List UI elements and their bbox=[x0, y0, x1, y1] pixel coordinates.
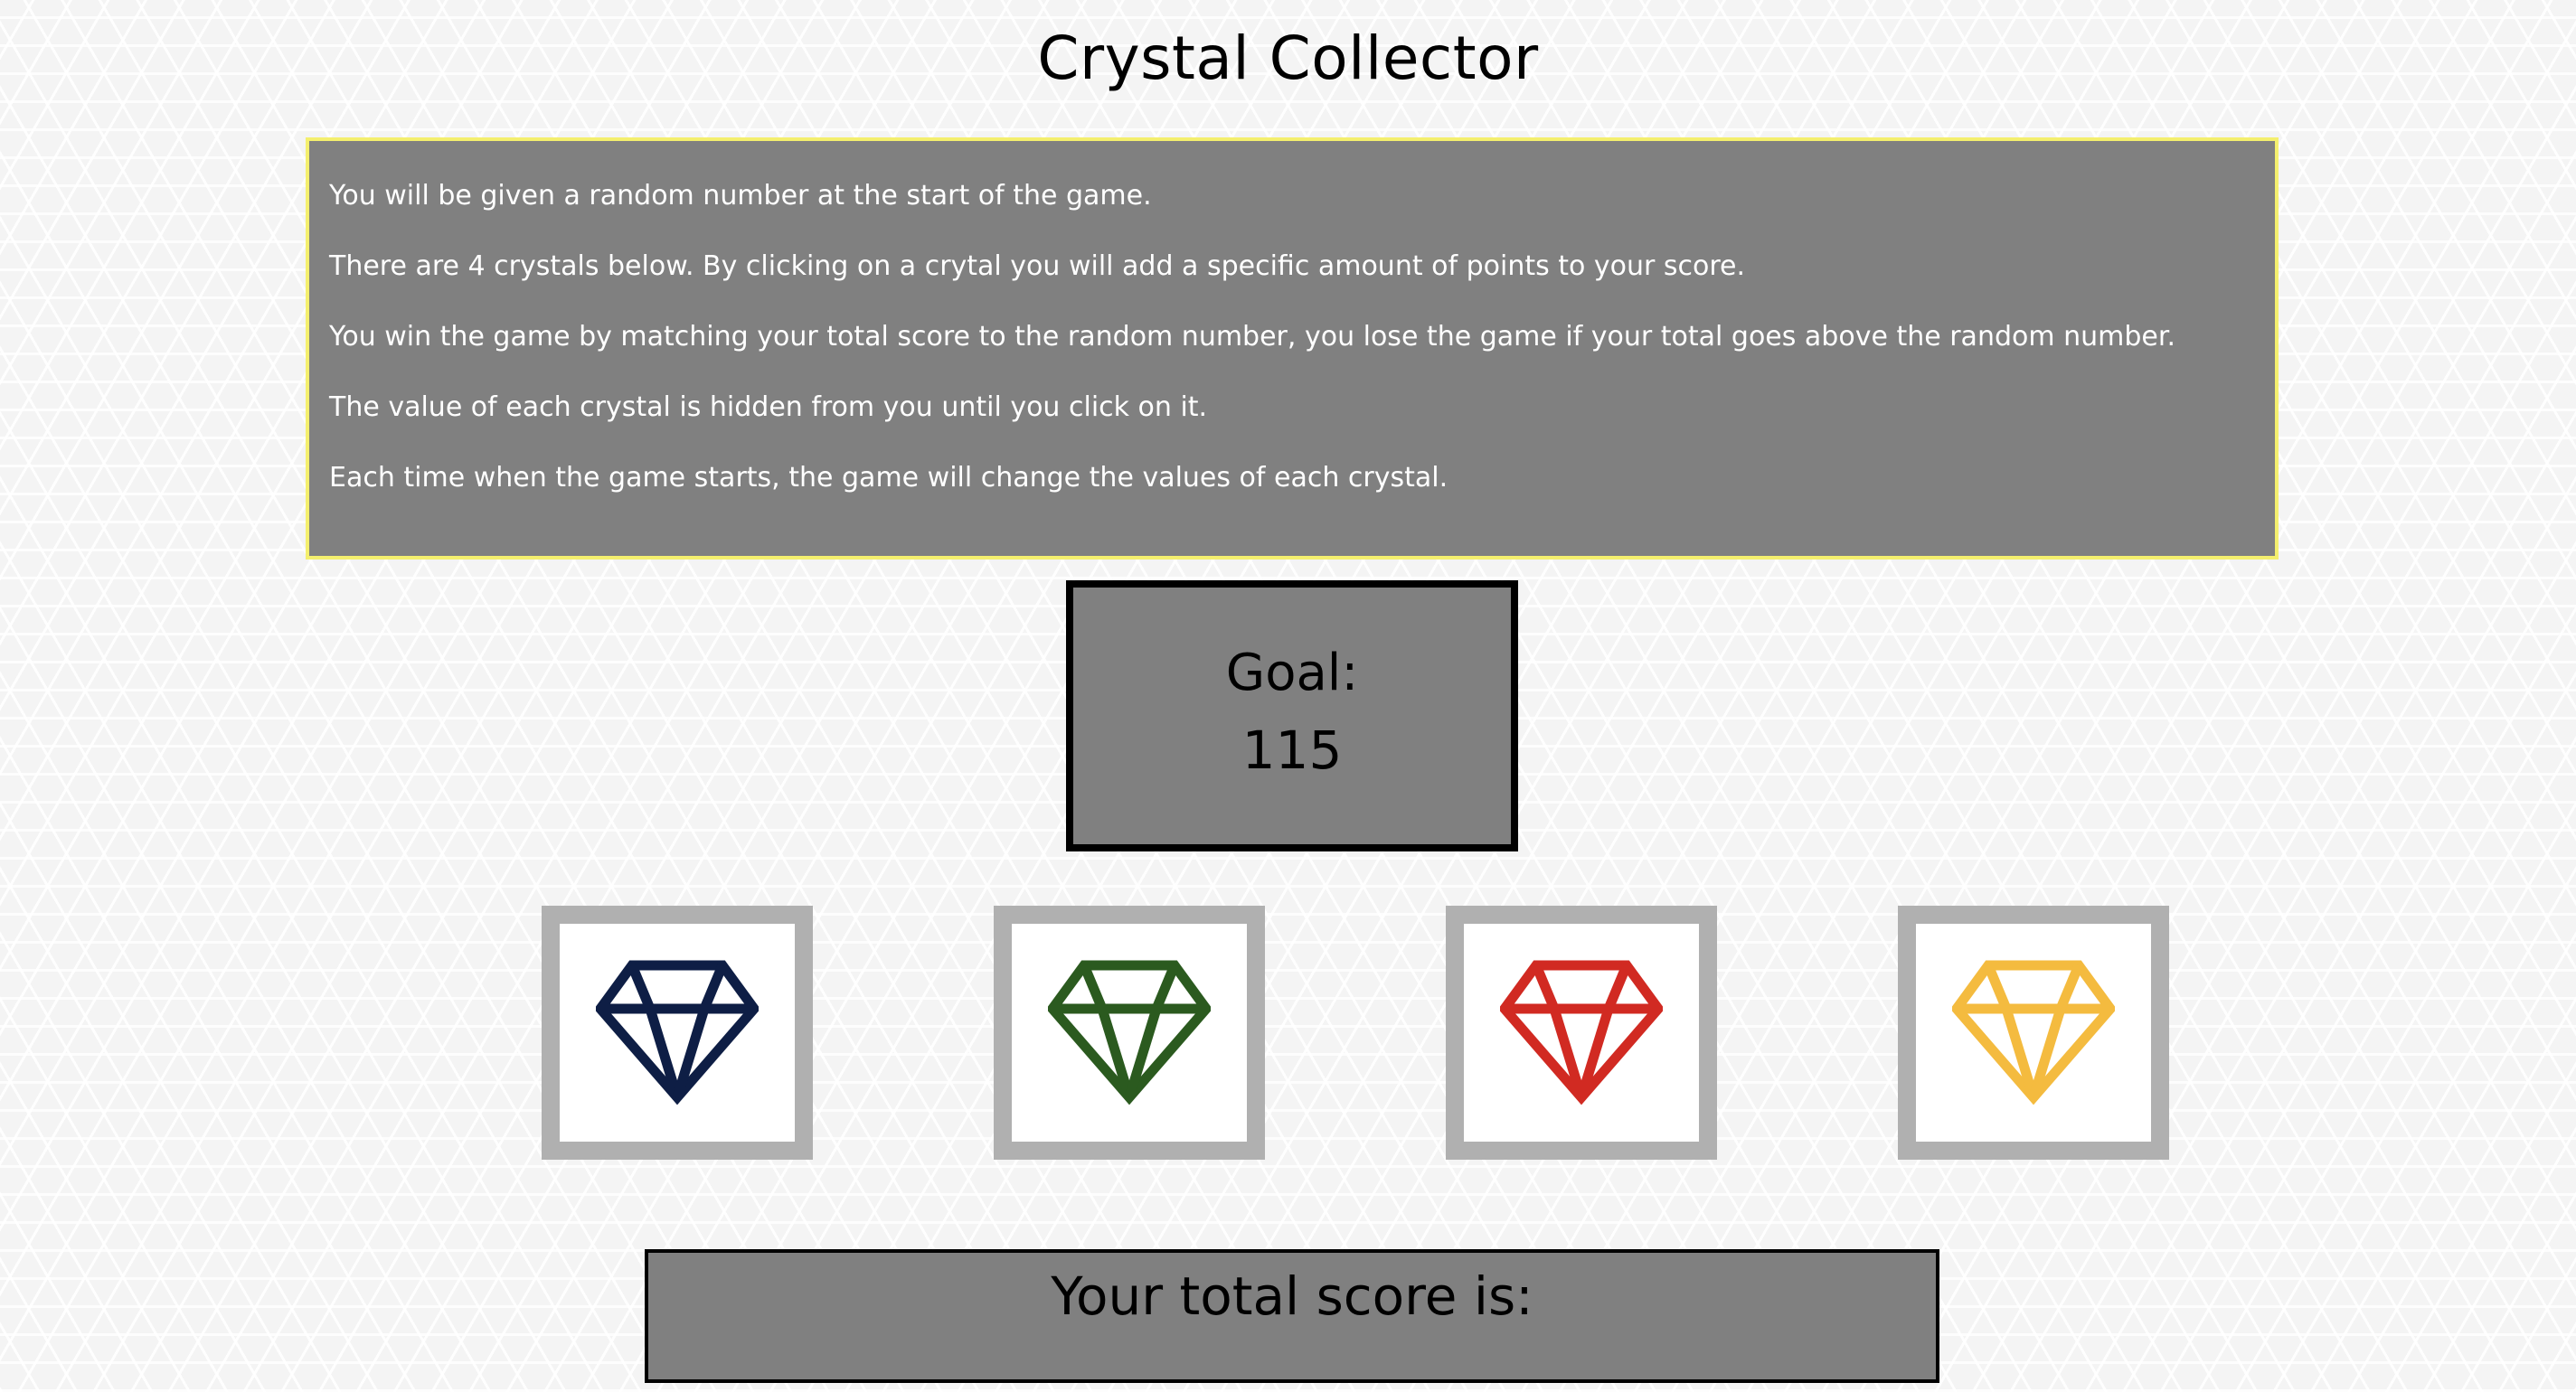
page-title: Crystal Collector bbox=[1037, 24, 1539, 93]
instruction-text: You will be given a random number at the… bbox=[329, 180, 1152, 212]
instruction-text: Each time when the game starts, the game… bbox=[329, 462, 1448, 494]
instruction-text: The value of each crystal is hidden from… bbox=[329, 391, 1208, 423]
diamond-icon bbox=[1500, 960, 1663, 1105]
crystal-button-yellow[interactable] bbox=[1898, 906, 2169, 1160]
diamond-icon bbox=[1048, 960, 1211, 1105]
score-label: Your total score is: bbox=[1051, 1265, 1533, 1327]
score-box: Your total score is: bbox=[645, 1249, 1939, 1383]
crystal-button-red[interactable] bbox=[1446, 906, 1717, 1160]
goal-label: Goal: bbox=[1225, 644, 1359, 702]
goal-box: Goal: 115 bbox=[1066, 580, 1518, 851]
goal-value: 115 bbox=[1241, 720, 1343, 781]
instruction-text: You win the game by matching your total … bbox=[329, 321, 2175, 353]
instructions-panel: You will be given a random number at the… bbox=[306, 137, 2279, 560]
crystal-button-navy[interactable] bbox=[542, 906, 813, 1160]
diamond-icon bbox=[596, 960, 759, 1105]
instruction-text: There are 4 crystals below. By clicking … bbox=[329, 250, 1746, 282]
crystal-button-green[interactable] bbox=[994, 906, 1265, 1160]
diamond-icon bbox=[1952, 960, 2115, 1105]
